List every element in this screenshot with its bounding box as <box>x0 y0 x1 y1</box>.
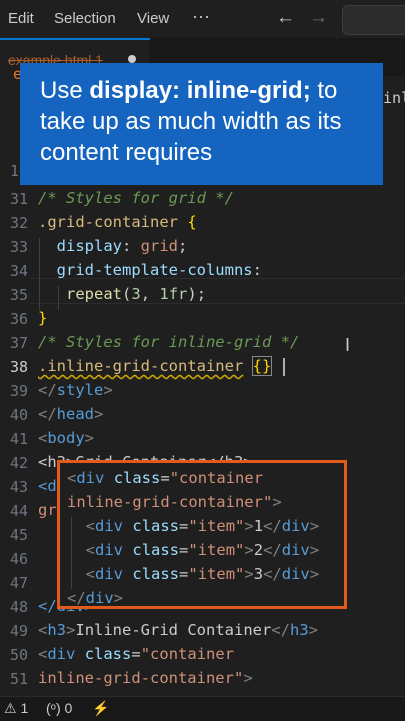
line-number: 43 <box>9 478 28 496</box>
line-number: 33 <box>9 238 28 256</box>
code-line-41: <body> <box>38 429 95 447</box>
callout-bold: display: inline-grid; <box>89 77 311 104</box>
code-line-37: /* Styles for inline-grid */ <box>38 333 300 351</box>
highlight-box: <div class="container inline-grid-contai… <box>57 460 347 609</box>
line-number: 40 <box>9 406 28 424</box>
command-center-search[interactable] <box>342 5 405 35</box>
hl-item-2: <div class="item">2</div> <box>85 541 320 559</box>
line-number: 39 <box>9 382 28 400</box>
line-number: 46 <box>9 550 28 568</box>
menu-view[interactable]: View <box>137 10 169 27</box>
code-line-49: <h3>Inline-Grid Container</h3> <box>38 621 319 639</box>
callout-pre: Use <box>40 77 90 104</box>
peek-line: e <box>12 65 22 83</box>
menu-selection[interactable]: Selection <box>54 10 116 27</box>
line-number: 41 <box>9 430 28 448</box>
peek-text: inli <box>383 89 405 107</box>
ibeam-cursor-icon: I <box>345 335 351 355</box>
line-number: 45 <box>9 526 28 544</box>
line-number: 37 <box>9 334 28 352</box>
code-line-39: </style> <box>38 381 113 399</box>
code-line-40: </head> <box>38 405 104 423</box>
hl-line-2: inline-grid-container"> <box>67 493 282 511</box>
line-number: 51 <box>9 670 28 688</box>
unsaved-dot-icon[interactable] <box>128 55 136 63</box>
code-line-38: .inline-grid-container {} <box>38 356 273 376</box>
status-bar: ⚠ 1 (ᵒ) 0 ⚡ <box>0 696 405 721</box>
code-line-51: inline-grid-container"> <box>38 669 253 687</box>
hl-line-1: <div class="container <box>67 469 264 487</box>
code-line-36: } <box>38 309 48 327</box>
line-number: 49 <box>9 622 28 640</box>
line-number: 32 <box>9 214 28 232</box>
line-number: 38 <box>9 358 28 376</box>
line-number: 34 <box>9 262 28 280</box>
line-number: 47 <box>9 574 28 592</box>
line-number: 31 <box>9 190 28 208</box>
line-number: 35 <box>9 286 28 304</box>
line-number: 44 <box>9 502 28 520</box>
line-number: 50 <box>9 646 28 664</box>
code-line-50: <div class="container <box>38 645 235 663</box>
hl-item-1: <div class="item">1</div> <box>85 517 320 535</box>
menu-bar: Edit Selection View ··· ← → <box>0 0 405 38</box>
tip-callout: Use display: inline-grid; to take up as … <box>20 63 383 185</box>
debug-icon[interactable]: ⚡ <box>92 700 109 717</box>
line-number: 48 <box>9 598 28 616</box>
code-line-34: grid-template-columns: <box>56 261 262 279</box>
line-number: 36 <box>9 310 28 328</box>
ports-indicator[interactable]: (ᵒ) 0 <box>46 700 72 716</box>
code-line-33: display: grid; <box>56 237 188 255</box>
code-line-43: <d <box>38 477 57 495</box>
line-number: 42 <box>9 454 28 472</box>
code-line-32: .grid-container { <box>38 213 197 231</box>
forward-arrow-icon[interactable]: → <box>309 7 328 29</box>
back-arrow-icon[interactable]: ← <box>276 7 295 29</box>
text-cursor <box>283 358 285 376</box>
menu-edit[interactable]: Edit <box>8 10 34 27</box>
problems-indicator[interactable]: ⚠ 1 <box>4 700 28 717</box>
code-line-44: gr <box>38 501 57 519</box>
menu-more-icon[interactable]: ··· <box>192 6 210 27</box>
hl-close: </div> <box>67 589 124 607</box>
code-line-31: /* Styles for grid */ <box>38 189 234 207</box>
hl-item-3: <div class="item">3</div> <box>85 565 320 583</box>
code-line-35: repeat(3, 1fr); <box>66 285 207 303</box>
